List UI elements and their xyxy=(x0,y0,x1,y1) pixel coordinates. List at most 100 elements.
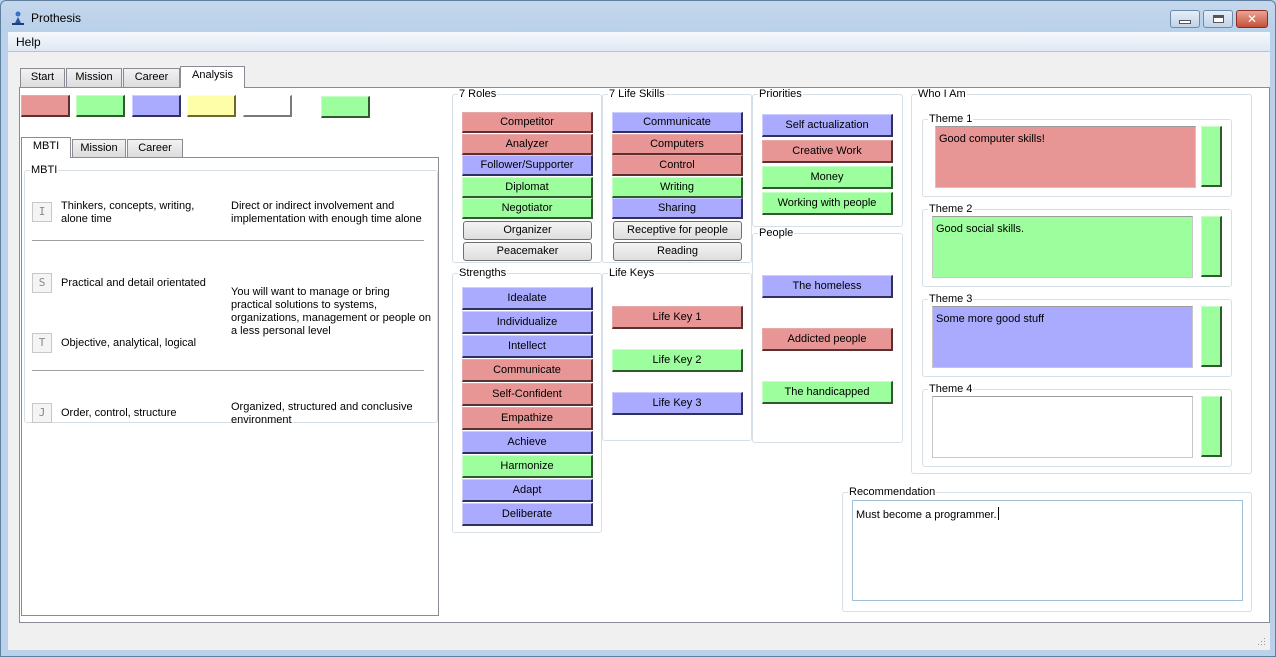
resize-grip-icon[interactable] xyxy=(1256,636,1266,646)
tab-start[interactable]: Start xyxy=(20,68,65,87)
mbti-letter-i[interactable]: I xyxy=(32,202,52,222)
people-group: People The homeless Addicted people The … xyxy=(752,227,903,443)
menu-help[interactable]: Help xyxy=(16,35,41,49)
life-skill-button[interactable]: Computers xyxy=(612,134,743,155)
subtab-mission[interactable]: Mission xyxy=(72,139,126,157)
life-skill-button[interactable]: Writing xyxy=(612,177,743,198)
priorities-group: Priorities Self actualization Creative W… xyxy=(752,88,903,227)
swatch-white[interactable] xyxy=(243,95,292,117)
theme-label: Theme 1 xyxy=(929,113,973,125)
mbti-panel: MBTI I Thinkers, concepts, writing, alon… xyxy=(21,157,439,616)
mbti-group: MBTI I Thinkers, concepts, writing, alon… xyxy=(24,164,438,426)
life-skills-group: 7 Life Skills Communicate Computers Cont… xyxy=(602,88,752,263)
subtab-career[interactable]: Career xyxy=(127,139,183,157)
role-button[interactable]: Organizer xyxy=(463,221,592,240)
recommendation-text: Must become a programmer. xyxy=(856,509,997,521)
mbti-text-i: Thinkers, concepts, writing, alone time xyxy=(61,200,195,225)
theme-3-group: Theme 3 Some more good stuff xyxy=(922,293,1232,377)
life-skill-button[interactable]: Control xyxy=(612,155,743,176)
separator xyxy=(32,240,424,241)
strength-button[interactable]: Deliberate xyxy=(462,503,593,526)
priority-button[interactable]: Money xyxy=(762,166,893,189)
tab-mission[interactable]: Mission xyxy=(66,68,122,87)
selected-color-swatch[interactable] xyxy=(321,96,370,118)
life-keys-label: Life Keys xyxy=(609,267,655,279)
theme-4-color-button[interactable] xyxy=(1201,396,1222,457)
strengths-group: Strengths Idealate Individualize Intelle… xyxy=(452,267,602,533)
roles-label: 7 Roles xyxy=(459,88,497,100)
strength-button[interactable]: Harmonize xyxy=(462,455,593,478)
theme-3-color-button[interactable] xyxy=(1201,306,1222,367)
role-button[interactable]: Negotiator xyxy=(462,198,593,219)
mbti-letter-s[interactable]: S xyxy=(32,273,52,293)
strength-button[interactable]: Intellect xyxy=(462,335,593,358)
life-key-button[interactable]: Life Key 1 xyxy=(612,306,743,329)
people-label: People xyxy=(759,227,794,239)
minimize-button[interactable] xyxy=(1170,10,1200,28)
mbti-letter-t[interactable]: T xyxy=(32,333,52,353)
minimize-icon xyxy=(1179,19,1191,24)
strength-button[interactable]: Achieve xyxy=(462,431,593,454)
recommendation-group: Recommendation Must become a programmer. xyxy=(842,486,1252,612)
subtab-mbti[interactable]: MBTI xyxy=(21,137,71,158)
strength-button[interactable]: Communicate xyxy=(462,359,593,382)
tab-analysis[interactable]: Analysis xyxy=(180,66,245,88)
client-area: Help Start Mission Career Analysis MBTI … xyxy=(8,32,1270,650)
tab-career[interactable]: Career xyxy=(123,68,180,87)
mbti-letter-j[interactable]: J xyxy=(32,403,52,423)
priority-button[interactable]: Working with people xyxy=(762,192,893,215)
strength-button[interactable]: Individualize xyxy=(462,311,593,334)
recommendation-textarea[interactable]: Must become a programmer. xyxy=(852,500,1243,601)
priority-button[interactable]: Creative Work xyxy=(762,140,893,163)
role-button[interactable]: Competitor xyxy=(462,112,593,133)
life-skill-button[interactable]: Reading xyxy=(613,242,742,261)
swatch-yellow[interactable] xyxy=(187,95,236,117)
life-key-button[interactable]: Life Key 3 xyxy=(612,392,743,415)
life-skills-label: 7 Life Skills xyxy=(609,88,665,100)
theme-3-textbox[interactable]: Some more good stuff xyxy=(932,306,1193,368)
recommendation-label: Recommendation xyxy=(849,486,936,498)
window-title: Prothesis xyxy=(31,11,82,25)
separator xyxy=(32,370,424,371)
theme-1-textbox[interactable]: Good computer skills! xyxy=(935,126,1196,188)
theme-label: Theme 2 xyxy=(929,203,973,215)
role-button[interactable]: Analyzer xyxy=(462,134,593,155)
mbti-desc-j: Organized, structured and conclusive env… xyxy=(231,401,413,426)
role-button[interactable]: Follower/Supporter xyxy=(462,155,593,176)
strengths-label: Strengths xyxy=(459,267,507,279)
role-button[interactable]: Diplomat xyxy=(462,177,593,198)
life-skill-button[interactable]: Communicate xyxy=(612,112,743,133)
priority-button[interactable]: Self actualization xyxy=(762,114,893,137)
analysis-panel: MBTI Mission Career MBTI I Thinkers, con… xyxy=(19,87,1270,623)
swatch-green[interactable] xyxy=(76,95,125,117)
title-bar[interactable]: Prothesis ✕ xyxy=(1,1,1275,33)
app-icon xyxy=(12,11,24,25)
role-button[interactable]: Peacemaker xyxy=(463,242,592,261)
swatch-blue[interactable] xyxy=(132,95,181,117)
close-button[interactable]: ✕ xyxy=(1236,10,1268,28)
priorities-label: Priorities xyxy=(759,88,802,100)
life-skill-button[interactable]: Sharing xyxy=(612,198,743,219)
theme-1-color-button[interactable] xyxy=(1201,126,1222,187)
who-i-am-label: Who I Am xyxy=(918,88,966,100)
life-keys-group: Life Keys Life Key 1 Life Key 2 Life Key… xyxy=(602,267,752,441)
theme-2-color-button[interactable] xyxy=(1201,216,1222,277)
swatch-red[interactable] xyxy=(21,95,70,117)
mbti-text-t: Objective, analytical, logical xyxy=(61,337,197,349)
mbti-desc-st: You will want to manage or bring practic… xyxy=(231,286,431,337)
life-skill-button[interactable]: Receptive for people xyxy=(613,221,742,240)
strength-button[interactable]: Adapt xyxy=(462,479,593,502)
life-key-button[interactable]: Life Key 2 xyxy=(612,349,743,372)
strength-button[interactable]: Idealate xyxy=(462,287,593,310)
strength-button[interactable]: Empathize xyxy=(462,407,593,430)
mbti-text-s: Practical and detail orientated xyxy=(61,277,206,289)
theme-2-textbox[interactable]: Good social skills. xyxy=(932,216,1193,278)
strength-button[interactable]: Self-Confident xyxy=(462,383,593,406)
mbti-text-j: Order, control, structure xyxy=(61,407,177,419)
theme-4-textbox[interactable] xyxy=(932,396,1193,458)
people-button[interactable]: Addicted people xyxy=(762,328,893,351)
people-button[interactable]: The handicapped xyxy=(762,381,893,404)
mbti-desc-i: Direct or indirect involvement and imple… xyxy=(231,200,422,225)
maximize-button[interactable] xyxy=(1203,10,1233,28)
people-button[interactable]: The homeless xyxy=(762,275,893,298)
